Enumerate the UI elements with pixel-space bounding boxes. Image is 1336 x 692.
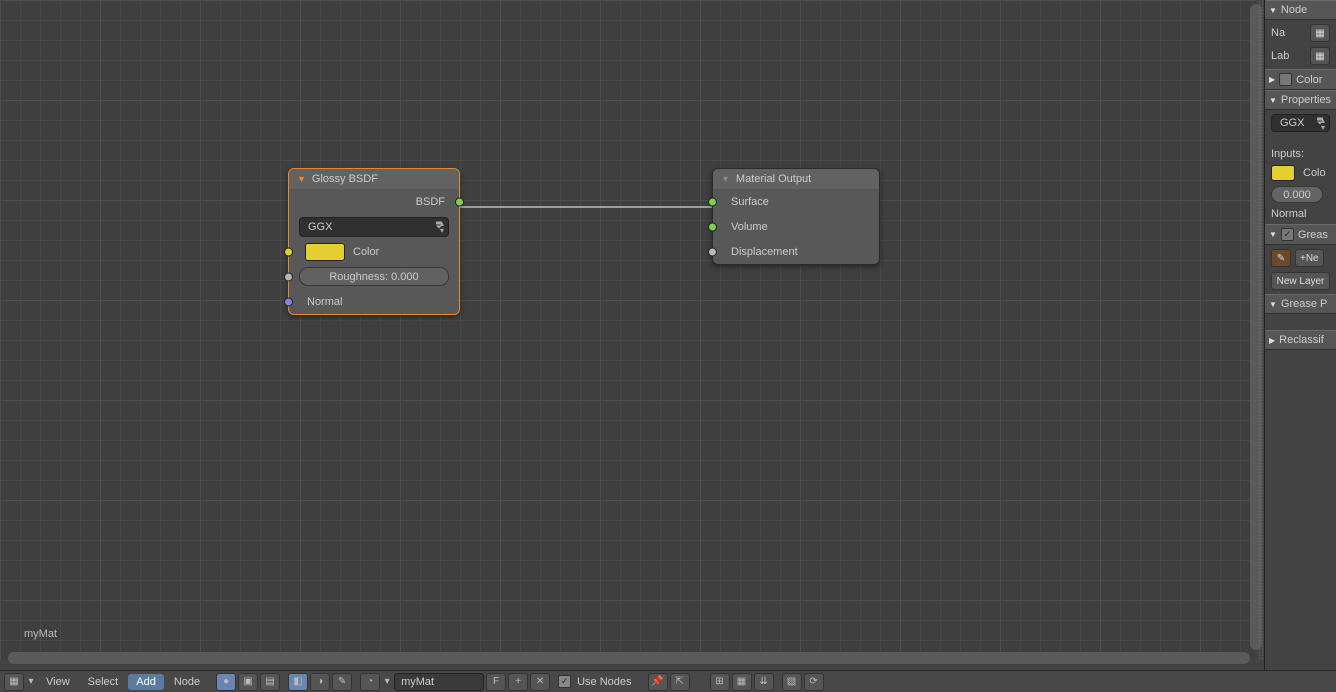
snap-type-button[interactable]: ▦	[732, 673, 752, 691]
volume-input-row: Volume	[713, 214, 879, 239]
distribution-row: GGX ▴▾	[289, 214, 459, 239]
grease-checkbox[interactable]: ✓	[1281, 228, 1294, 241]
output-bsdf-label: BSDF	[416, 196, 445, 208]
surface-input-row: Surface	[713, 189, 879, 214]
surface-input-socket[interactable]	[708, 197, 717, 206]
tree-type-compositor-icon[interactable]: ◑	[310, 673, 330, 691]
normal-label: Normal	[307, 296, 342, 308]
auto-render-button[interactable]: ⟳	[804, 673, 824, 691]
color-input-socket[interactable]	[284, 247, 293, 256]
pencil-icon[interactable]: ✎	[1271, 249, 1291, 267]
output-bsdf-row: BSDF	[289, 189, 459, 214]
use-nodes-label: Use Nodes	[573, 674, 639, 690]
color-panel-header[interactable]: ▶Color	[1265, 69, 1336, 90]
node-title: Material Output	[736, 173, 811, 185]
displacement-input-row: Displacement	[713, 239, 879, 264]
label-icon-button[interactable]: ▦	[1310, 47, 1330, 65]
dropdown-arrows-icon: ▴▾	[440, 220, 444, 234]
properties-panel-header[interactable]: ▼Properties	[1265, 90, 1336, 110]
normal-input-row: Normal	[289, 289, 459, 314]
color-input-row: Color	[289, 239, 459, 264]
grease-panel-header[interactable]: ▼✓Greas	[1265, 224, 1336, 245]
node-connection	[458, 200, 718, 214]
view-menu[interactable]: View	[38, 674, 78, 690]
material-slot-icon[interactable]: ◔	[360, 673, 380, 691]
node-material-output[interactable]: ▼ Material Output Surface Volume Displac…	[712, 168, 880, 265]
material-name-overlay: myMat	[24, 628, 57, 640]
color-swatch[interactable]	[305, 243, 345, 261]
select-menu[interactable]: Select	[80, 674, 127, 690]
shader-type-object-icon[interactable]: ●	[216, 673, 236, 691]
reclassify-panel-header[interactable]: ▶Reclassif	[1265, 330, 1336, 350]
roughness-input-socket[interactable]	[284, 272, 293, 281]
bottom-toolbar: ▦ ▾ View Select Add Node ● ▣ ▤ ◧ ◑ ✎ ◔ ▾…	[0, 670, 1336, 692]
name-icon-button[interactable]: ▦	[1310, 24, 1330, 42]
shader-type-line-icon[interactable]: ▤	[260, 673, 280, 691]
node-header[interactable]: ▼ Material Output	[713, 169, 879, 189]
bsdf-output-socket[interactable]	[455, 197, 464, 206]
new-layer-button[interactable]: New Layer	[1271, 272, 1330, 290]
normal-input-socket[interactable]	[284, 297, 293, 306]
grease-pencil-panel-header[interactable]: ▼Grease P	[1265, 294, 1336, 314]
node-header[interactable]: ▼ Glossy BSDF	[289, 169, 459, 189]
editor-type-chevron-icon[interactable]: ▾	[26, 673, 36, 691]
new-grease-button[interactable]: +Ne	[1295, 249, 1324, 267]
collapse-triangle-icon[interactable]: ▼	[297, 174, 306, 184]
backdrop-button[interactable]: ▧	[782, 673, 802, 691]
node-glossy-bsdf[interactable]: ▼ Glossy BSDF BSDF GGX ▴▾ Color Roughnes…	[288, 168, 460, 315]
surface-label: Surface	[731, 196, 769, 208]
fake-user-button[interactable]: F	[486, 673, 506, 691]
properties-sidebar: ▼Node Na▦ Lab▦ ▶Color ▼Properties GGX ▴▾…	[1264, 0, 1336, 692]
add-material-button[interactable]: +	[508, 673, 528, 691]
copy-nodes-button[interactable]: ⇊	[754, 673, 774, 691]
roughness-field[interactable]: Roughness: 0.000	[299, 267, 449, 286]
go-parent-button[interactable]: ⇱	[670, 673, 690, 691]
unlink-material-button[interactable]: ✕	[530, 673, 550, 691]
tree-type-shader-icon[interactable]: ◧	[288, 673, 308, 691]
snap-button[interactable]: ⊞	[710, 673, 730, 691]
node-menu[interactable]: Node	[166, 674, 208, 690]
collapse-triangle-icon[interactable]: ▼	[721, 174, 730, 184]
color-checkbox[interactable]	[1279, 73, 1292, 86]
sidebar-distribution-dropdown[interactable]: GGX ▴▾	[1271, 114, 1330, 132]
volume-input-socket[interactable]	[708, 222, 717, 231]
node-title: Glossy BSDF	[312, 173, 378, 185]
material-name-field[interactable]: myMat	[394, 673, 484, 691]
sidebar-roughness-field[interactable]: 0.000	[1271, 186, 1323, 203]
horizontal-scrollbar[interactable]	[8, 652, 1250, 664]
color-label: Color	[353, 246, 379, 258]
editor-type-icon[interactable]: ▦	[4, 673, 24, 691]
pin-button[interactable]: 📌	[648, 673, 668, 691]
node-panel-header[interactable]: ▼Node	[1265, 0, 1336, 20]
displacement-label: Displacement	[731, 246, 798, 258]
shader-type-world-icon[interactable]: ▣	[238, 673, 258, 691]
dropdown-arrows-icon: ▴▾	[1321, 117, 1325, 131]
sidebar-color-swatch[interactable]	[1271, 165, 1295, 181]
add-menu[interactable]: Add	[128, 674, 164, 690]
node-editor-canvas[interactable]: myMat ▼ Glossy BSDF BSDF GGX ▴▾ Color	[0, 0, 1256, 660]
material-browse-chevron-icon[interactable]: ▾	[382, 673, 392, 691]
distribution-dropdown[interactable]: GGX ▴▾	[299, 217, 449, 237]
roughness-input-row: Roughness: 0.000	[289, 264, 459, 289]
displacement-input-socket[interactable]	[708, 247, 717, 256]
volume-label: Volume	[731, 221, 768, 233]
use-nodes-checkbox[interactable]: ✓	[558, 675, 571, 688]
tree-type-texture-icon[interactable]: ✎	[332, 673, 352, 691]
